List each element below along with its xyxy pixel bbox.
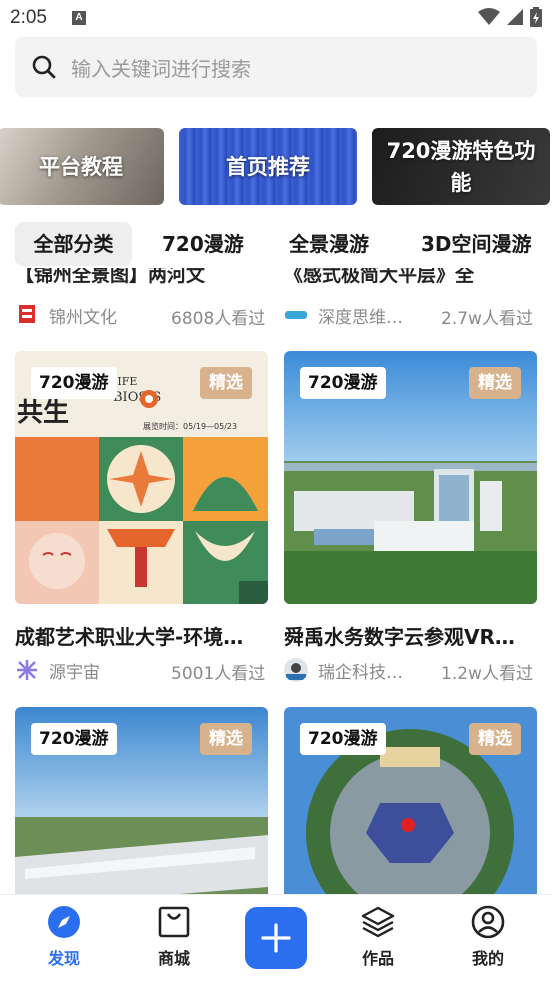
poster-title: 共生 — [17, 398, 69, 428]
poster-iife: IIFE — [113, 375, 137, 388]
nav-discover[interactable]: 发现 — [24, 905, 104, 969]
partial-card-title-2[interactable]: 《感式极简大平层》全 — [284, 268, 537, 287]
status-bar: 2:05 A — [0, 0, 552, 36]
view-count: 2.7w人看过 — [441, 309, 533, 329]
banner-tutorial-label: 平台教程 — [39, 154, 123, 179]
banner-recommend[interactable]: 首页推荐 — [179, 128, 357, 205]
nav-profile-label: 我的 — [471, 949, 504, 968]
plus-icon — [261, 923, 291, 953]
author-name: 深度思维… — [318, 307, 403, 328]
create-button[interactable] — [245, 907, 307, 969]
card-title[interactable]: 成都艺术职业大学-环境… — [15, 621, 268, 650]
banner-recommend-label: 首页推荐 — [226, 154, 310, 179]
nav-works-label: 作品 — [361, 949, 394, 968]
nav-shop[interactable]: 商城 — [134, 905, 214, 969]
featured-badge: 精选 — [200, 367, 252, 399]
tab-all[interactable]: 全部分类 — [15, 222, 132, 266]
nav-works[interactable]: 作品 — [338, 905, 418, 969]
card-thumbnail[interactable]: 720漫游 精选 — [284, 707, 537, 894]
card-title[interactable]: 舜禹水务数字云参观VR… — [284, 621, 537, 650]
layers-icon — [361, 906, 395, 938]
search-input[interactable]: 输入关键词进行搜索 — [15, 37, 537, 97]
banner-tutorial[interactable]: 平台教程 — [0, 128, 164, 205]
search-icon — [32, 55, 56, 79]
tab-3d[interactable]: 3D空间漫游 — [421, 222, 532, 266]
feed: 【锦州全景图】两河文 《感式极简大平层》全 锦州文化 6808人看过 深度思维…… — [0, 268, 552, 894]
featured-badge: 精选 — [469, 367, 521, 399]
partial-card-meta-1: 锦州文化 — [15, 302, 159, 328]
category-tabs: 全部分类 720漫游 全景漫游 3D空间漫游 — [0, 222, 552, 268]
bottom-nav: 发现 商城 作品 我的 — [0, 894, 552, 981]
nav-profile[interactable]: 我的 — [448, 905, 528, 969]
card-thumbnail[interactable]: 720漫游 精选 — [284, 351, 537, 604]
banner-features[interactable]: 720漫游特色功能 — [372, 128, 550, 205]
status-time: 2:05 — [10, 7, 47, 28]
banner-features-line2: 能 — [450, 170, 472, 195]
view-count: 5001人看过 — [171, 664, 266, 684]
author-name: 源宇宙 — [49, 662, 100, 683]
shopping-bag-icon — [158, 906, 190, 938]
view-count: 1.2w人看过 — [441, 664, 533, 684]
status-icons — [478, 7, 542, 27]
battery-icon — [530, 7, 542, 27]
featured-badge: 精选 — [469, 723, 521, 755]
card-meta: 源宇宙 — [15, 657, 159, 683]
type-badge: 720漫游 — [300, 723, 386, 755]
view-count: 6808人看过 — [171, 309, 266, 329]
notification-icon: A — [72, 11, 86, 25]
banner-features-line1: 720漫游特色功 — [386, 138, 536, 163]
author-name: 锦州文化 — [49, 307, 117, 328]
nav-shop-label: 商城 — [157, 949, 190, 968]
featured-badge: 精选 — [200, 723, 252, 755]
author-avatar — [15, 658, 39, 682]
type-badge: 720漫游 — [31, 367, 117, 399]
tab-720[interactable]: 720漫游 — [162, 222, 244, 266]
author-name: 瑞企科技V… — [318, 662, 414, 683]
tab-panorama[interactable]: 全景漫游 — [289, 222, 369, 266]
author-avatar — [284, 658, 308, 682]
user-circle-icon — [471, 905, 505, 939]
author-avatar — [15, 303, 39, 327]
type-badge: 720漫游 — [31, 723, 117, 755]
author-avatar — [284, 303, 308, 327]
partial-card-title-1[interactable]: 【锦州全景图】两河文 — [15, 268, 268, 287]
poster-date: 展览时间：05/19—05/23 — [143, 421, 237, 431]
banner-features-label: 720漫游特色功能 — [387, 135, 536, 199]
type-badge: 720漫游 — [300, 367, 386, 399]
card-meta: 瑞企科技V… — [284, 657, 414, 683]
banner-row: 平台教程 首页推荐 720漫游特色功能 — [0, 128, 552, 206]
partial-card-meta-2: 深度思维… — [284, 302, 414, 328]
card-thumbnail[interactable]: 共生 IIFE BIOSIS 展览时间：05/19—05/23 720漫游 精选 — [15, 351, 268, 604]
search-placeholder: 输入关键词进行搜索 — [71, 56, 251, 81]
nav-discover-label: 发现 — [47, 949, 80, 968]
compass-icon — [48, 906, 80, 938]
cell-signal-icon — [507, 9, 523, 25]
wifi-icon — [478, 8, 500, 25]
card-thumbnail[interactable]: 720漫游 精选 — [15, 707, 268, 894]
